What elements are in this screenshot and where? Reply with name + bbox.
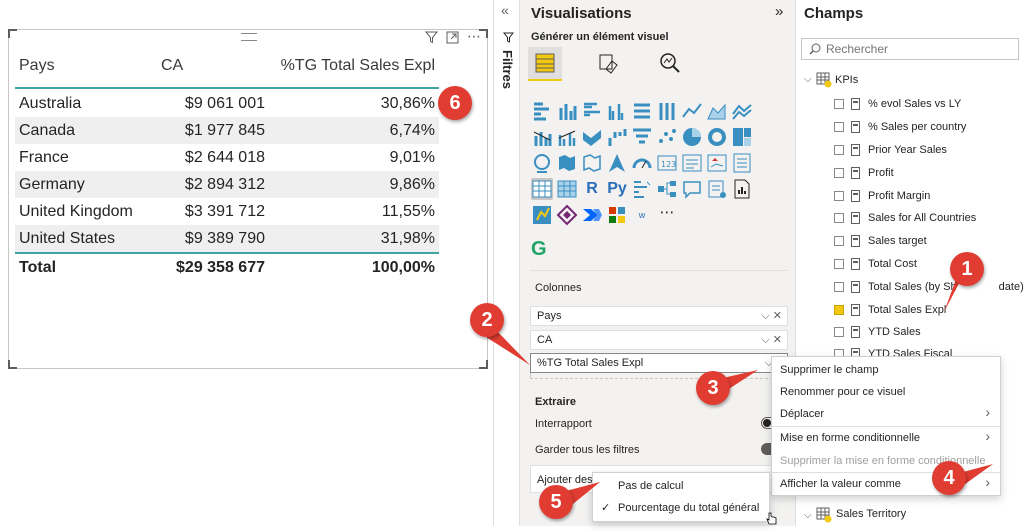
callout-1: 1 bbox=[950, 252, 984, 286]
callout-4: 4 bbox=[932, 461, 966, 495]
callout-5: 5 bbox=[539, 485, 573, 519]
callout-arrows bbox=[486, 270, 993, 508]
callout-6: 6 bbox=[438, 86, 472, 120]
callout-2: 2 bbox=[470, 303, 504, 337]
callout-3: 3 bbox=[696, 371, 730, 405]
